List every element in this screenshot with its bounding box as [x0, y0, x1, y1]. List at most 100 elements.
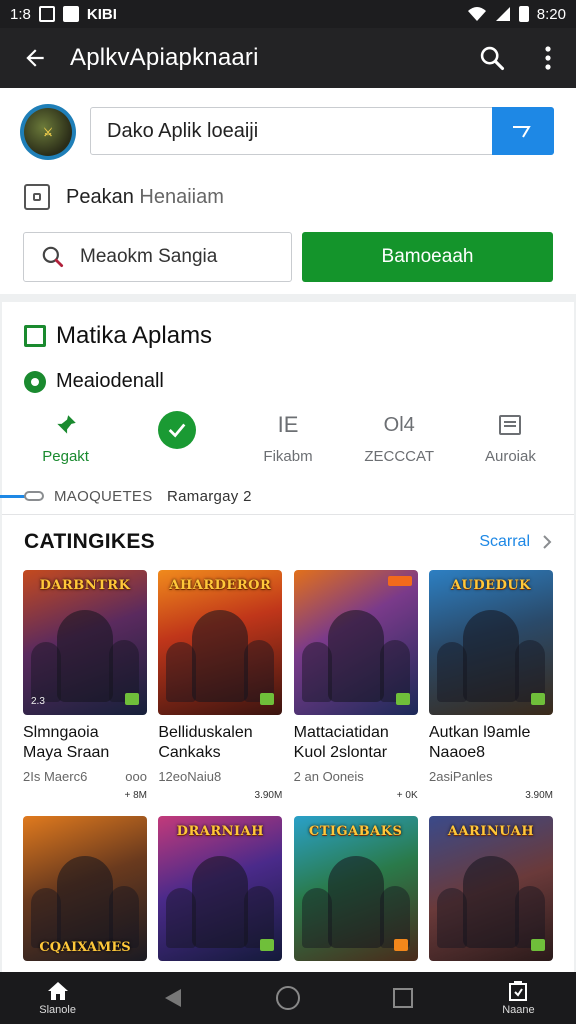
circle-home-icon [276, 986, 300, 1010]
category-tabs: Pegakt IE Fikabm Ol4 ZECCCAT Auroiak [10, 410, 566, 470]
nav-back[interactable] [115, 987, 230, 1009]
square-overview-icon [393, 988, 414, 1008]
game-card[interactable]: DRARNIAH [158, 816, 283, 961]
progress-track [0, 494, 26, 498]
game-title-line: Maya Sraan [23, 744, 110, 761]
nav-recent[interactable]: Naane [461, 980, 576, 1016]
image-notification-icon [38, 6, 55, 22]
tab-check[interactable] [121, 410, 232, 470]
game-thumbnail[interactable]: CTIGABAKS [293, 816, 418, 961]
radio-selected-icon[interactable] [24, 370, 46, 393]
nav-overview[interactable] [346, 987, 461, 1009]
badge-icon [530, 693, 545, 705]
game-title-line: Naaoe8 [428, 744, 486, 761]
game-subtitle: 2 an Ooneis [294, 769, 418, 784]
tab-pegakt[interactable]: Pegakt [10, 410, 121, 470]
check-icon [157, 411, 196, 449]
game-title: Mattaciatidan Kuol 2slontar [294, 723, 418, 763]
game-card[interactable]: AHARDEROR Belliduskalen Cankaks 12eoNaiu… [158, 570, 283, 801]
game-meta: 12eoNaiu8 [158, 769, 222, 784]
game-title-line: Cankaks [158, 744, 221, 761]
game-card[interactable]: CTIGABAKS [293, 816, 418, 961]
game-logo-text: CTIGABAKS [308, 824, 403, 839]
wifi-icon [467, 7, 486, 21]
badge-icon [125, 693, 139, 705]
game-meta: 2Is Maerc6 [23, 769, 88, 784]
game-meta: 2 an Ooneis [293, 769, 364, 784]
game-logo-icon: ⚔ [24, 108, 72, 156]
progress-handle[interactable] [24, 491, 44, 501]
preference-row[interactable]: Peakan Henaiiam [24, 184, 224, 210]
search-input[interactable] [91, 119, 492, 143]
tab-label: Fikabm [263, 448, 313, 465]
section-subtitle: Meaiodenall [24, 370, 164, 393]
secondary-search-input[interactable] [80, 246, 280, 268]
game-card[interactable]: CQAIXAMES [23, 816, 147, 961]
game-logo-text: DARBNTRK [39, 578, 131, 593]
game-card[interactable]: AUDEDUK Autkan l9amle Naaoe8 2asiPanles … [428, 570, 553, 801]
tab-fikabm[interactable]: IE Fikabm [232, 410, 343, 470]
badge-icon [260, 693, 275, 705]
overflow-menu-button[interactable] [520, 28, 576, 88]
game-logo-text: AUDEDUK [450, 578, 531, 593]
recent-apps-icon [509, 981, 528, 1001]
return-arrow-icon [513, 126, 531, 138]
tab-zecccat[interactable]: Ol4 ZECCCAT [344, 410, 455, 470]
game-subtitle: 2Is Maerc6 ooo [23, 769, 147, 784]
preference-label-suffix: Henaiiam [139, 185, 224, 208]
search-submit-button[interactable] [492, 107, 554, 155]
game-title: Slmngaoia Maya Sraan [23, 723, 147, 763]
game-title-line: Mattaciatidan [293, 724, 389, 741]
primary-action-button[interactable]: Bamoeaah [302, 232, 553, 282]
game-extra: ooo [125, 769, 147, 784]
status-carrier: KIBI [86, 5, 117, 23]
tab-label: ZECCCAT [364, 448, 435, 465]
back-button[interactable] [0, 28, 70, 88]
game-logo-text: CQAIXAMES [39, 940, 131, 955]
game-size: 3.90M [525, 790, 553, 801]
game-thumbnail[interactable]: AARINUAH [428, 816, 553, 961]
game-thumbnail[interactable]: AUDEDUK [428, 570, 553, 715]
app-avatar[interactable]: ⚔ [20, 104, 76, 160]
game-thumbnail[interactable] [293, 570, 418, 715]
search-button[interactable] [464, 28, 520, 88]
game-row: DARBNTRK 2.3 Slmngaoia Maya Sraan 2Is Ma… [23, 570, 553, 801]
more-vert-icon [545, 46, 551, 70]
nav-home-circle[interactable] [230, 985, 345, 1011]
progress-value: Ramargay 2 [167, 487, 252, 505]
see-more-link[interactable]: Scarral [479, 533, 552, 551]
game-card[interactable]: AARINUAH [428, 816, 553, 961]
checkbox-icon[interactable] [24, 325, 46, 347]
game-thumbnail[interactable]: AHARDEROR [158, 570, 283, 715]
game-title-line: Autkan l9amle [428, 724, 531, 741]
tab-auroiak[interactable]: Auroiak [455, 410, 566, 470]
game-subtitle: 12eoNaiu8 [158, 769, 282, 784]
battery-icon [518, 6, 529, 22]
game-size: + 0K [396, 790, 418, 801]
progress-text: MAOQUETES Ramargay 2 [54, 488, 252, 505]
preference-label-main: Peakan [66, 185, 134, 208]
section-subtitle-text: Meaiodenall [56, 370, 164, 392]
status-bar: 1:8 KIBI 8:20 [0, 0, 576, 28]
tag-icon [393, 939, 408, 951]
divider [2, 514, 574, 515]
see-more-label: Scarral [479, 533, 530, 550]
game-thumbnail[interactable]: CQAIXAMES [23, 816, 147, 961]
nav-home[interactable]: Slanole [0, 980, 115, 1016]
section-title: Matika Aplams [24, 322, 212, 350]
status-right: 8:20 [467, 6, 566, 23]
game-thumbnail[interactable]: DARBNTRK 2.3 [23, 570, 147, 715]
signal-icon [495, 7, 510, 21]
progress-row: MAOQUETES Ramargay 2 [0, 486, 576, 506]
game-card[interactable]: DARBNTRK 2.3 Slmngaoia Maya Sraan 2Is Ma… [23, 570, 147, 801]
game-thumbnail[interactable]: DRARNIAH [158, 816, 283, 961]
secondary-search-field [23, 232, 292, 282]
catalog-header: CATINGIKES Scarral [24, 530, 552, 554]
tab-label: Auroiak [484, 448, 536, 465]
chevron-right-icon [543, 535, 552, 549]
square-checkbox-icon [24, 184, 50, 210]
game-card[interactable]: Mattaciatidan Kuol 2slontar 2 an Ooneis … [293, 570, 418, 801]
new-tag-icon [387, 576, 412, 586]
arrow-left-icon [26, 49, 44, 67]
preference-label: Peakan Henaiiam [66, 186, 224, 209]
